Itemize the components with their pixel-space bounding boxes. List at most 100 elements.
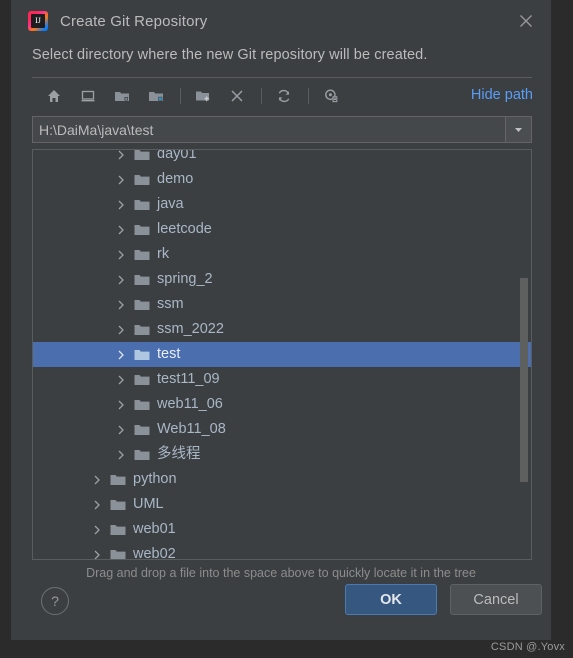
intellij-idea-logo-icon: IJ — [28, 11, 48, 31]
new-folder-icon[interactable] — [190, 83, 216, 109]
hide-path-link[interactable]: Hide path — [471, 87, 533, 103]
screen: IJ Create Git Repository Select director… — [0, 0, 573, 658]
tree-row-label: day01 — [157, 149, 197, 162]
tree-row[interactable]: UML — [33, 492, 531, 517]
chevron-right-icon[interactable] — [114, 348, 128, 362]
directory-tree: day01 demo java leetcode rk spring_2ssm ssm_20… — [33, 149, 531, 560]
tree-row-label: leetcode — [157, 220, 212, 237]
tree-row-label: UML — [133, 495, 164, 512]
tree-row[interactable]: java — [33, 192, 531, 217]
ok-button[interactable]: OK — [345, 584, 437, 615]
show-hidden-files-icon[interactable] — [318, 83, 344, 109]
tree-row[interactable]: test11_09 — [33, 367, 531, 392]
watermark: CSDN @.Yovx — [490, 641, 565, 653]
tree-row-label: Web11_08 — [157, 420, 226, 437]
path-field[interactable]: H:\DaiMa\java\test — [32, 116, 532, 143]
tree-row-label: test11_09 — [157, 370, 220, 387]
chevron-right-icon[interactable] — [114, 323, 128, 337]
folder-icon — [134, 248, 150, 262]
folder-icon — [134, 373, 150, 387]
chevron-right-icon[interactable] — [114, 298, 128, 312]
folder-icon — [134, 150, 150, 162]
tree-row-label: ssm — [157, 295, 184, 312]
chevron-right-icon[interactable] — [114, 398, 128, 412]
tree-row-label: web02 — [133, 545, 176, 560]
chevron-right-icon[interactable] — [90, 523, 104, 537]
folder-icon — [134, 173, 150, 187]
logo-text: IJ — [35, 15, 41, 25]
folder-icon — [134, 198, 150, 212]
dialog-footer: ? OK Cancel — [11, 584, 551, 626]
cancel-button[interactable]: Cancel — [450, 584, 542, 615]
toolbar-divider-2 — [261, 88, 262, 104]
chevron-right-icon[interactable] — [90, 548, 104, 560]
tree-row[interactable]: web01 — [33, 517, 531, 542]
module-folder-icon[interactable] — [143, 83, 169, 109]
folder-icon — [134, 273, 150, 287]
chevron-right-icon[interactable] — [114, 248, 128, 262]
folder-icon — [134, 223, 150, 237]
tree-row-label: web01 — [133, 520, 176, 537]
tree-row-selected[interactable]: test — [33, 342, 531, 367]
tree-row[interactable]: python — [33, 467, 531, 492]
tree-row[interactable]: ssm_2022 — [33, 317, 531, 342]
dialog-title: Create Git Repository — [60, 12, 208, 30]
tree-row-label: demo — [157, 170, 194, 187]
chevron-right-icon[interactable] — [90, 473, 104, 487]
file-chooser-toolbar: Hide path — [11, 78, 551, 114]
tree-row[interactable]: rk — [33, 242, 531, 267]
tree-row-label: test — [157, 345, 181, 362]
tree-row-label: spring_2 — [157, 270, 213, 287]
directory-tree-panel[interactable]: day01 demo java leetcode rk spring_2ssm ssm_20… — [32, 149, 532, 560]
chevron-right-icon[interactable] — [114, 223, 128, 237]
toolbar-divider-3 — [308, 88, 309, 104]
tree-row-label: rk — [157, 245, 170, 262]
folder-icon — [110, 473, 126, 487]
folder-icon — [110, 548, 126, 559]
chevron-right-icon[interactable] — [114, 273, 128, 287]
folder-icon — [110, 523, 126, 537]
chevron-right-icon[interactable] — [90, 498, 104, 512]
folder-icon — [134, 298, 150, 312]
tree-row-label: java — [157, 195, 184, 212]
tree-row-label: web11_06 — [157, 395, 223, 412]
project-folder-icon[interactable] — [109, 83, 135, 109]
tree-scrollbar-thumb[interactable] — [520, 278, 528, 482]
drag-drop-hint: Drag and drop a file into the space abov… — [86, 566, 476, 580]
chevron-down-icon[interactable] — [505, 117, 531, 142]
chevron-right-icon[interactable] — [114, 173, 128, 187]
dialog-description: Select directory where the new Git repos… — [32, 47, 428, 63]
tree-row[interactable]: web02 — [33, 542, 531, 560]
path-input[interactable]: H:\DaiMa\java\test — [33, 117, 505, 142]
tree-row[interactable]: web11_06 — [33, 392, 531, 417]
help-button[interactable]: ? — [41, 587, 69, 615]
chevron-right-icon[interactable] — [114, 448, 128, 462]
tree-row[interactable]: Web11_08 — [33, 417, 531, 442]
close-icon[interactable] — [515, 10, 537, 32]
chevron-right-icon[interactable] — [114, 423, 128, 437]
folder-icon — [110, 498, 126, 512]
tree-row-label: python — [133, 470, 177, 487]
folder-icon — [134, 348, 150, 362]
folder-icon — [134, 323, 150, 337]
tree-row-label: ssm_2022 — [157, 320, 224, 337]
folder-icon — [134, 448, 150, 462]
dialog-titlebar: IJ Create Git Repository — [11, 0, 551, 42]
home-icon[interactable] — [41, 83, 67, 109]
folder-icon — [134, 398, 150, 412]
chevron-right-icon[interactable] — [114, 150, 128, 162]
tree-row[interactable]: 多线程 — [33, 442, 531, 467]
chevron-right-icon[interactable] — [114, 373, 128, 387]
tree-row[interactable]: spring_2 — [33, 267, 531, 292]
tree-scrollbar[interactable] — [520, 152, 528, 557]
folder-icon — [134, 423, 150, 437]
refresh-icon[interactable] — [271, 83, 297, 109]
tree-row[interactable]: ssm — [33, 292, 531, 317]
tree-row[interactable]: leetcode — [33, 217, 531, 242]
delete-icon[interactable] — [224, 83, 250, 109]
tree-row[interactable]: day01 — [33, 149, 531, 167]
toolbar-divider-1 — [180, 88, 181, 104]
desktop-icon[interactable] — [75, 83, 101, 109]
chevron-right-icon[interactable] — [114, 198, 128, 212]
tree-row[interactable]: demo — [33, 167, 531, 192]
